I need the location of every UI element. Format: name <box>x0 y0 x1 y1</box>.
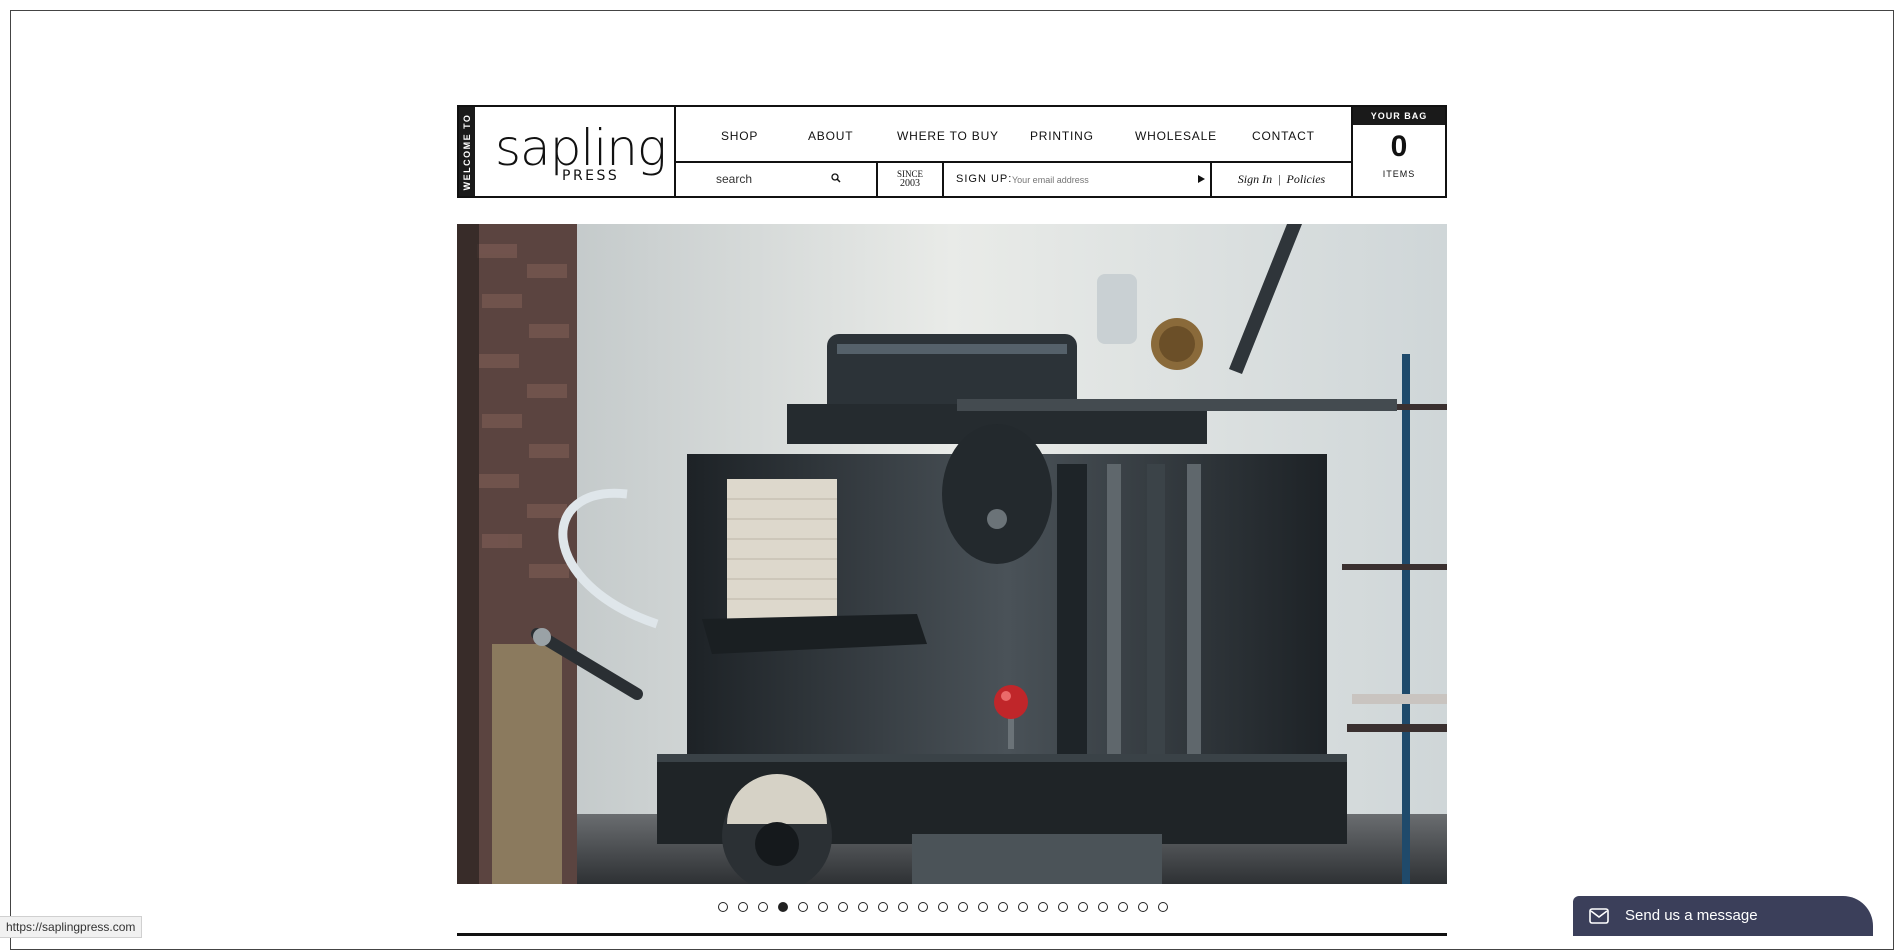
carousel-dot[interactable] <box>1138 902 1148 912</box>
status-bar-url: https://saplingpress.com <box>0 916 143 938</box>
shopping-bag[interactable]: YOUR BAG 0 ITEMS <box>1351 107 1445 196</box>
carousel-dot[interactable] <box>898 902 908 912</box>
carousel-dot[interactable] <box>958 902 968 912</box>
nav-printing[interactable]: PRINTING <box>1030 129 1094 143</box>
main-nav: SHOP ABOUT WHERE TO BUY PRINTING WHOLESA… <box>676 107 1351 163</box>
logo-subtitle: PRESS <box>562 168 620 184</box>
carousel-dot[interactable] <box>998 902 1008 912</box>
site-logo[interactable]: sapling PRESS <box>475 107 676 196</box>
chat-label: Send us a message <box>1625 907 1758 924</box>
policies-link[interactable]: Policies <box>1287 172 1326 187</box>
carousel-dot[interactable] <box>838 902 848 912</box>
carousel-dot[interactable] <box>818 902 828 912</box>
nav-contact[interactable]: CONTACT <box>1252 129 1315 143</box>
signup-label: SIGN UP: <box>956 172 1013 185</box>
carousel-dot[interactable] <box>938 902 948 912</box>
search-box <box>676 162 878 196</box>
carousel-dot[interactable] <box>738 902 748 912</box>
account-separator: | <box>1278 171 1281 186</box>
search-input[interactable] <box>716 170 826 187</box>
carousel-dot[interactable] <box>718 902 728 912</box>
carousel-dot[interactable] <box>778 902 788 912</box>
carousel-dot[interactable] <box>1098 902 1108 912</box>
sign-in-link[interactable]: Sign In <box>1238 172 1272 187</box>
nav-where-to-buy[interactable]: WHERE TO BUY <box>897 129 999 143</box>
bag-title: YOUR BAG <box>1353 107 1445 125</box>
since-badge: SINCE 2003 <box>878 162 944 196</box>
chat-widget-button[interactable]: Send us a message <box>1573 896 1873 936</box>
carousel-dot[interactable] <box>918 902 928 912</box>
carousel-dot[interactable] <box>1158 902 1168 912</box>
logo-wordmark: sapling <box>495 119 667 177</box>
carousel-dot[interactable] <box>1018 902 1028 912</box>
submit-arrow-icon[interactable] <box>1198 174 1205 183</box>
carousel-dot[interactable] <box>1118 902 1128 912</box>
header-middle: SHOP ABOUT WHERE TO BUY PRINTING WHOLESA… <box>676 107 1351 196</box>
carousel-dot[interactable] <box>878 902 888 912</box>
carousel-dot[interactable] <box>798 902 808 912</box>
account-links: Sign In | Policies <box>1212 163 1351 196</box>
carousel-dot[interactable] <box>1058 902 1068 912</box>
bag-count: 0 <box>1390 130 1408 163</box>
site-header: WELCOME TO sapling PRESS SHOP ABOUT WHER… <box>457 105 1447 198</box>
welcome-text: WELCOME TO <box>462 113 472 190</box>
bag-items-label: ITEMS <box>1382 169 1416 179</box>
carousel-dot[interactable] <box>1038 902 1048 912</box>
nav-wholesale[interactable]: WHOLESALE <box>1135 129 1217 143</box>
carousel-dots <box>718 902 1178 912</box>
carousel-dot[interactable] <box>858 902 868 912</box>
nav-about[interactable]: ABOUT <box>808 129 853 143</box>
message-icon <box>1589 908 1609 924</box>
carousel-dot[interactable] <box>978 902 988 912</box>
email-field[interactable] <box>1012 171 1182 188</box>
hero-slide-image[interactable] <box>457 224 1447 884</box>
since-year: 2003 <box>900 177 920 189</box>
header-utility-row: SINCE 2003 SIGN UP: Sign In | Policies <box>676 162 1351 196</box>
carousel-dot[interactable] <box>1078 902 1088 912</box>
search-icon[interactable] <box>831 173 841 183</box>
nav-shop[interactable]: SHOP <box>721 129 758 143</box>
letterpress-machine-illustration <box>457 224 1447 884</box>
welcome-strip: WELCOME TO <box>459 107 475 196</box>
newsletter-signup: SIGN UP: <box>944 162 1212 196</box>
carousel-dot[interactable] <box>758 902 768 912</box>
